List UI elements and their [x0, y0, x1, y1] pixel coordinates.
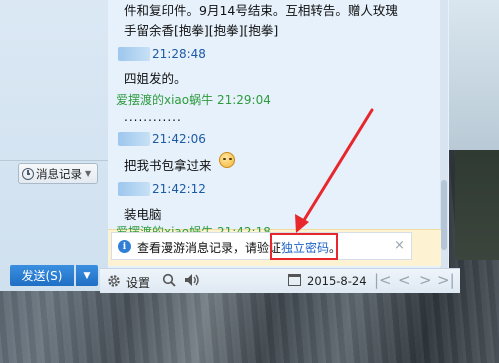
divider [0, 160, 108, 161]
history-date[interactable]: 2015-8-24 [307, 274, 367, 288]
close-icon[interactable]: × [394, 238, 405, 253]
notice-message: 查看漫游消息记录，请验证 [137, 241, 282, 255]
search-icon[interactable] [162, 273, 176, 287]
sender-avatar-blur [118, 47, 150, 61]
history-label: 消息记录 [36, 166, 82, 181]
first-page-icon[interactable]: |< [374, 271, 392, 289]
send-options-button[interactable]: ▼ [76, 265, 98, 286]
input-panel [0, 0, 108, 291]
gear-icon[interactable] [107, 274, 121, 288]
clock-icon [22, 167, 34, 180]
next-page-icon[interactable]: > [419, 271, 432, 289]
sender-avatar-blur [118, 182, 150, 196]
last-page-icon[interactable]: >| [437, 271, 455, 289]
message-text: 把我书包拿过来 [124, 158, 212, 173]
message-text: 四姐发的。 [124, 71, 187, 86]
message-history-button[interactable]: 消息记录 ▼ [18, 163, 98, 184]
chevron-down-icon: ▼ [85, 169, 92, 178]
info-icon: i [118, 240, 131, 253]
highlight-box [270, 233, 338, 260]
message-time: 21:42:12 [152, 182, 206, 196]
scrollbar-thumb[interactable] [441, 180, 447, 250]
settings-label[interactable]: 设置 [126, 274, 150, 291]
background-tree [455, 150, 499, 260]
message-text: ............ [124, 110, 182, 124]
background-sky [448, 0, 499, 150]
message-time: 21:28:48 [152, 47, 206, 61]
message-text: 装电脑 [124, 207, 162, 222]
send-button[interactable]: 发送(S) [10, 265, 74, 286]
chevron-down-icon: ▼ [83, 270, 91, 281]
prev-page-icon[interactable]: < [398, 271, 411, 289]
message-text: 手留余香[抱拳][抱拳][抱拳] [124, 23, 279, 38]
emoji-icon [219, 152, 235, 168]
message-text: 件和复印件。9月14号结束。互相转告。赠人玫瑰 [124, 3, 398, 18]
sender-name: 爱摆渡的xiao蜗牛 21:29:04 [116, 93, 271, 107]
sender-avatar-blur [118, 132, 150, 146]
speaker-icon[interactable] [184, 273, 200, 287]
message-time: 21:42:06 [152, 132, 206, 146]
send-label: 发送(S) [21, 269, 63, 283]
calendar-icon[interactable] [288, 274, 301, 286]
